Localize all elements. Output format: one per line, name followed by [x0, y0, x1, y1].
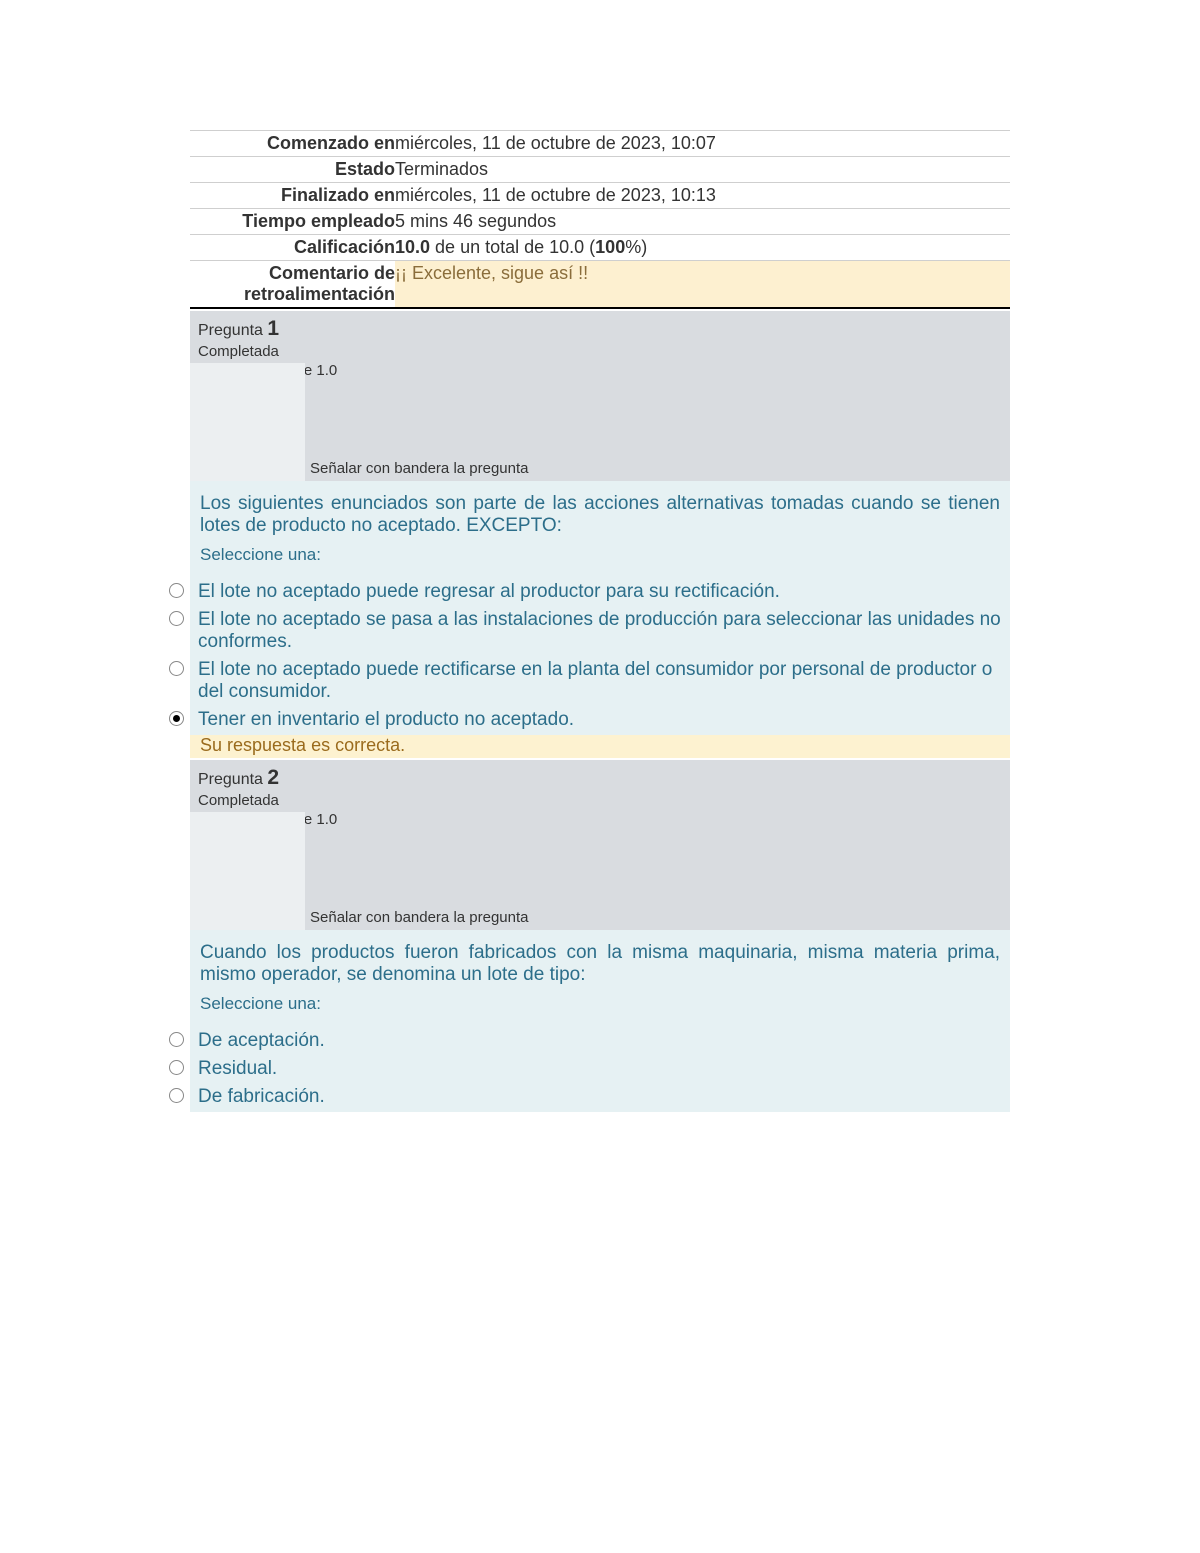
question-info-2: Pregunta 2 Completada Puntúa 1.0 sobre 1… [190, 760, 1010, 930]
question-mark: Puntúa 1.0 sobre 1.0 [198, 811, 1002, 828]
question-status: Completada [198, 343, 1002, 360]
radio-icon[interactable] [169, 1060, 184, 1075]
option-row[interactable]: Tener en inventario el producto no acept… [168, 707, 1010, 735]
option-label[interactable]: De aceptación. [190, 1028, 1010, 1056]
question-info-1: Pregunta 1 Completada Puntúa 1.0 sobre 1… [190, 311, 1010, 481]
question-block-2: Pregunta 2 Completada Puntúa 1.0 sobre 1… [190, 760, 1010, 1112]
question-prefix: Pregunta [198, 322, 267, 339]
option-label[interactable]: Tener en inventario el producto no acept… [190, 707, 1010, 735]
attempt-summary-table: Comenzado en miércoles, 11 de octubre de… [190, 130, 1010, 309]
summary-feedback-value: ¡¡ Excelente, sigue así !! [395, 261, 1010, 309]
question-body-1: Los siguientes enunciados son parte de l… [190, 481, 1010, 579]
radio-col[interactable] [168, 1056, 190, 1084]
question-body-2: Cuando los productos fueron fabricados c… [190, 930, 1010, 1028]
option-label[interactable]: De fabricación. [190, 1084, 1010, 1112]
question-number: 1 [267, 317, 279, 340]
option-label[interactable]: El lote no aceptado puede rectificarse e… [190, 657, 1010, 707]
option-row[interactable]: De fabricación. [168, 1084, 1010, 1112]
question-text: Los siguientes enunciados son parte de l… [200, 493, 1000, 537]
question-prefix: Pregunta [198, 771, 267, 788]
question-number-label: Pregunta 1 [198, 317, 1002, 341]
summary-time-value: 5 mins 46 segundos [395, 209, 1010, 235]
summary-started-label: Comenzado en [190, 131, 395, 157]
question-status: Completada [198, 792, 1002, 809]
select-one-label: Seleccione una: [200, 994, 1000, 1014]
radio-icon[interactable] [169, 1032, 184, 1047]
grade-score: 10.0 [395, 237, 430, 257]
radio-icon[interactable] [169, 611, 184, 626]
select-one-label: Seleccione una: [200, 545, 1000, 565]
grade-between: de un total de 10.0 ( [430, 237, 595, 257]
summary-time-label: Tiempo empleado [190, 209, 395, 235]
summary-started-value: miércoles, 11 de octubre de 2023, 10:07 [395, 131, 1010, 157]
summary-grade-value: 10.0 de un total de 10.0 (100%) [395, 235, 1010, 261]
flag-icon[interactable] [190, 363, 305, 481]
summary-grade-label: Calificación [190, 235, 395, 261]
flag-label[interactable]: Señalar con bandera la pregunta [310, 460, 529, 477]
radio-col[interactable] [168, 1084, 190, 1112]
summary-finished-label: Finalizado en [190, 183, 395, 209]
option-label[interactable]: El lote no aceptado puede regresar al pr… [190, 579, 1010, 607]
radio-icon[interactable] [169, 583, 184, 598]
radio-icon[interactable] [169, 711, 184, 726]
option-row[interactable]: El lote no aceptado puede regresar al pr… [168, 579, 1010, 607]
options-area-1: El lote no aceptado puede regresar al pr… [168, 579, 1010, 735]
radio-icon[interactable] [169, 661, 184, 676]
option-row[interactable]: El lote no aceptado puede rectificarse e… [168, 657, 1010, 707]
grade-percent: 100 [595, 237, 625, 257]
grade-after: %) [625, 237, 647, 257]
radio-icon[interactable] [169, 1088, 184, 1103]
option-label[interactable]: Residual. [190, 1056, 1010, 1084]
summary-state-label: Estado [190, 157, 395, 183]
radio-col[interactable] [168, 707, 190, 735]
summary-state-value: Terminados [395, 157, 1010, 183]
summary-feedback-label: Comentario de retroalimentación [190, 261, 395, 309]
option-row[interactable]: De aceptación. [168, 1028, 1010, 1056]
option-label[interactable]: El lote no aceptado se pasa a las instal… [190, 607, 1010, 657]
radio-col[interactable] [168, 657, 190, 707]
question-number: 2 [267, 766, 279, 789]
summary-finished-value: miércoles, 11 de octubre de 2023, 10:13 [395, 183, 1010, 209]
options-area-2: De aceptación. Residual. De fabricación. [168, 1028, 1010, 1112]
option-row[interactable]: El lote no aceptado se pasa a las instal… [168, 607, 1010, 657]
question-number-label: Pregunta 2 [198, 766, 1002, 790]
flag-label[interactable]: Señalar con bandera la pregunta [310, 909, 529, 926]
radio-col[interactable] [168, 607, 190, 657]
radio-col[interactable] [168, 1028, 190, 1056]
radio-col[interactable] [168, 579, 190, 607]
flag-icon[interactable] [190, 812, 305, 930]
answer-feedback: Su respuesta es correcta. [190, 733, 1010, 758]
option-row[interactable]: Residual. [168, 1056, 1010, 1084]
question-text: Cuando los productos fueron fabricados c… [200, 942, 1000, 986]
question-block-1: Pregunta 1 Completada Puntúa 1.0 sobre 1… [190, 311, 1010, 758]
question-mark: Puntúa 1.0 sobre 1.0 [198, 362, 1002, 379]
